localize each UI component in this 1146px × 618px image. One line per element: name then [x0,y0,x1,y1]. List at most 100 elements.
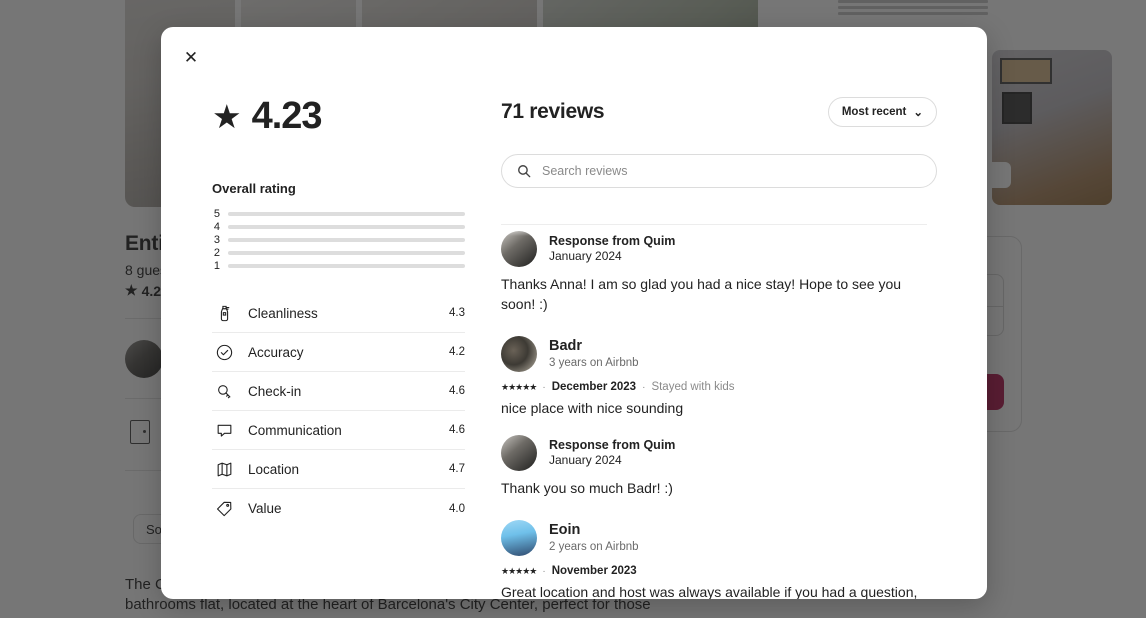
review-item: Badr 3 years on Airbnb ★★★★★ · December 2023… [501,336,927,520]
rating-bar-row: 2 [212,246,465,259]
search-reviews-wrapper [501,154,937,188]
category-rating-row: Communication 4.6 [212,411,465,450]
category-rating-row: Accuracy 4.2 [212,333,465,372]
rating-bar-label: 3 [213,233,220,246]
separator-dot: · [542,381,546,393]
rating-bar-track [228,263,465,268]
category-rating-row: Location 4.7 [212,450,465,489]
reviewer-identity: Eoin 2 years on Airbnb [549,521,639,554]
reviews-header: 71 reviews Most recent ⌄ [501,97,937,127]
reviewer-name: Eoin [549,522,581,539]
tag-icon [212,499,236,518]
rating-bar-row: 3 [212,233,465,246]
category-rating-value: 4.7 [449,463,465,475]
modal-body: ★ 4.23 Overall rating 54321 Cleanliness 4… [161,75,987,599]
review-date: December 2023 [551,381,637,393]
review-text: nice place with nice sounding [501,400,684,416]
star-rating-icon: ★★★★★ [501,381,537,392]
review-item: Eoin 2 years on Airbnb ★★★★★ · November 2023… [501,520,927,599]
rating-bar-label: 2 [213,246,220,259]
star-icon: ★ [212,97,242,135]
category-rating-value: 4.2 [449,346,465,358]
host-response-header: Response from Quim January 2024 [501,231,927,267]
rating-bar-label: 4 [213,220,220,233]
category-rating-label: Value [248,501,282,516]
category-rating-value: 4.3 [449,307,465,319]
key-icon [212,382,236,401]
rating-distribution: 54321 [212,207,465,272]
sort-dropdown[interactable]: Most recent ⌄ [827,97,937,127]
host-response: Response from Quim January 2024 Thanks Ann… [501,231,927,314]
host-response: Response from Quim January 2024 Thank you … [501,435,927,498]
host-avatar [501,435,537,471]
category-rating-label: Check-in [248,383,302,399]
category-rating-label: Accuracy [248,344,304,360]
check-circle-icon [212,343,236,362]
host-response-identity: Response from Quim January 2024 [549,233,675,265]
category-rating-row: Check-in 4.6 [212,372,465,411]
chevron-down-icon: ⌄ [913,107,923,119]
category-rating-label: Communication [248,422,342,438]
category-rating-label: Location [248,461,300,477]
reviewer-header: Eoin 2 years on Airbnb [501,520,927,556]
overall-rating-title: Overall rating [212,181,296,196]
overall-rating-panel: ★ 4.23 Overall rating 54321 Cleanliness 4… [161,75,501,599]
rating-bar-row: 5 [212,207,465,220]
sort-dropdown-label: Most recent [841,106,907,118]
category-rating-label: Cleanliness [248,305,318,321]
category-rating-row: Cleanliness 4.3 [212,294,465,333]
overall-score-value: 4.23 [251,95,323,137]
reviewer-tenure: 2 years on Airbnb [549,540,639,553]
rating-bar-label: 5 [213,207,220,220]
rating-bar-row: 4 [212,220,465,233]
reviewer-identity: Badr 3 years on Airbnb [549,337,639,370]
separator-dot: · [542,565,546,577]
reviewer-name: Badr [549,338,583,355]
reviewer-tenure: 3 years on Airbnb [549,356,639,369]
rating-bar-track [228,211,465,216]
host-response-date: January 2024 [549,453,622,468]
overall-score: ★ 4.23 [212,97,465,135]
category-rating-value: 4.6 [449,424,465,436]
review-text: Great location and host was always avail… [501,584,918,599]
reviews-list: Response from Quim January 2024 Thanks Ann… [501,231,927,599]
close-icon[interactable]: ✕ [175,41,207,73]
category-rating-value: 4.6 [449,385,465,397]
category-ratings-list: Cleanliness 4.3 Accuracy 4.2 Check-in 4.6 Comm… [212,294,465,528]
rating-bar-row: 1 [212,259,465,272]
map-icon [212,460,236,479]
category-rating-row: Value 4.0 [212,489,465,528]
cleaning-spray-icon [212,304,236,323]
host-response-name: Response from Quim [549,438,676,453]
avatar [501,336,537,372]
reviews-scroll-area[interactable]: Response from Quim January 2024 Thanks Ann… [501,214,937,599]
reviews-modal: ✕ ★ 4.23 Overall rating 54321 Cleanlines… [161,27,987,599]
reviews-panel: 71 reviews Most recent ⌄ Response from Q… [501,75,987,599]
host-response-name: Response from Quim [549,234,676,249]
reviews-count: 71 reviews [501,100,605,123]
speech-bubble-icon [212,421,236,440]
host-avatar [501,231,537,267]
host-response-text: Thanks Anna! I am so glad you had a nice… [501,276,902,312]
host-response-identity: Response from Quim January 2024 [549,437,675,469]
divider [501,224,927,225]
host-response-date: January 2024 [549,249,622,264]
rating-bar-label: 1 [213,259,220,272]
rating-bar-track [228,224,465,229]
review-trip-type: Stayed with kids [651,381,735,393]
review-meta-line: ★★★★★ · November 2023 [501,565,927,577]
review-date: November 2023 [551,565,637,577]
reviewer-header: Badr 3 years on Airbnb [501,336,927,372]
separator-dot: · [642,381,646,393]
search-input[interactable] [501,154,937,188]
review-item: Response from Quim January 2024 Thanks Ann… [501,231,927,336]
rating-bar-track [228,237,465,242]
star-rating-icon: ★★★★★ [501,565,537,576]
category-rating-value: 4.0 [449,502,465,515]
host-response-header: Response from Quim January 2024 [501,435,927,471]
search-icon [517,164,531,178]
avatar [501,520,537,556]
rating-bar-track [228,250,465,255]
review-meta-line: ★★★★★ · December 2023 · Stayed with kids [501,381,927,393]
host-response-text: Thank you so much Badr! :) [501,480,673,496]
